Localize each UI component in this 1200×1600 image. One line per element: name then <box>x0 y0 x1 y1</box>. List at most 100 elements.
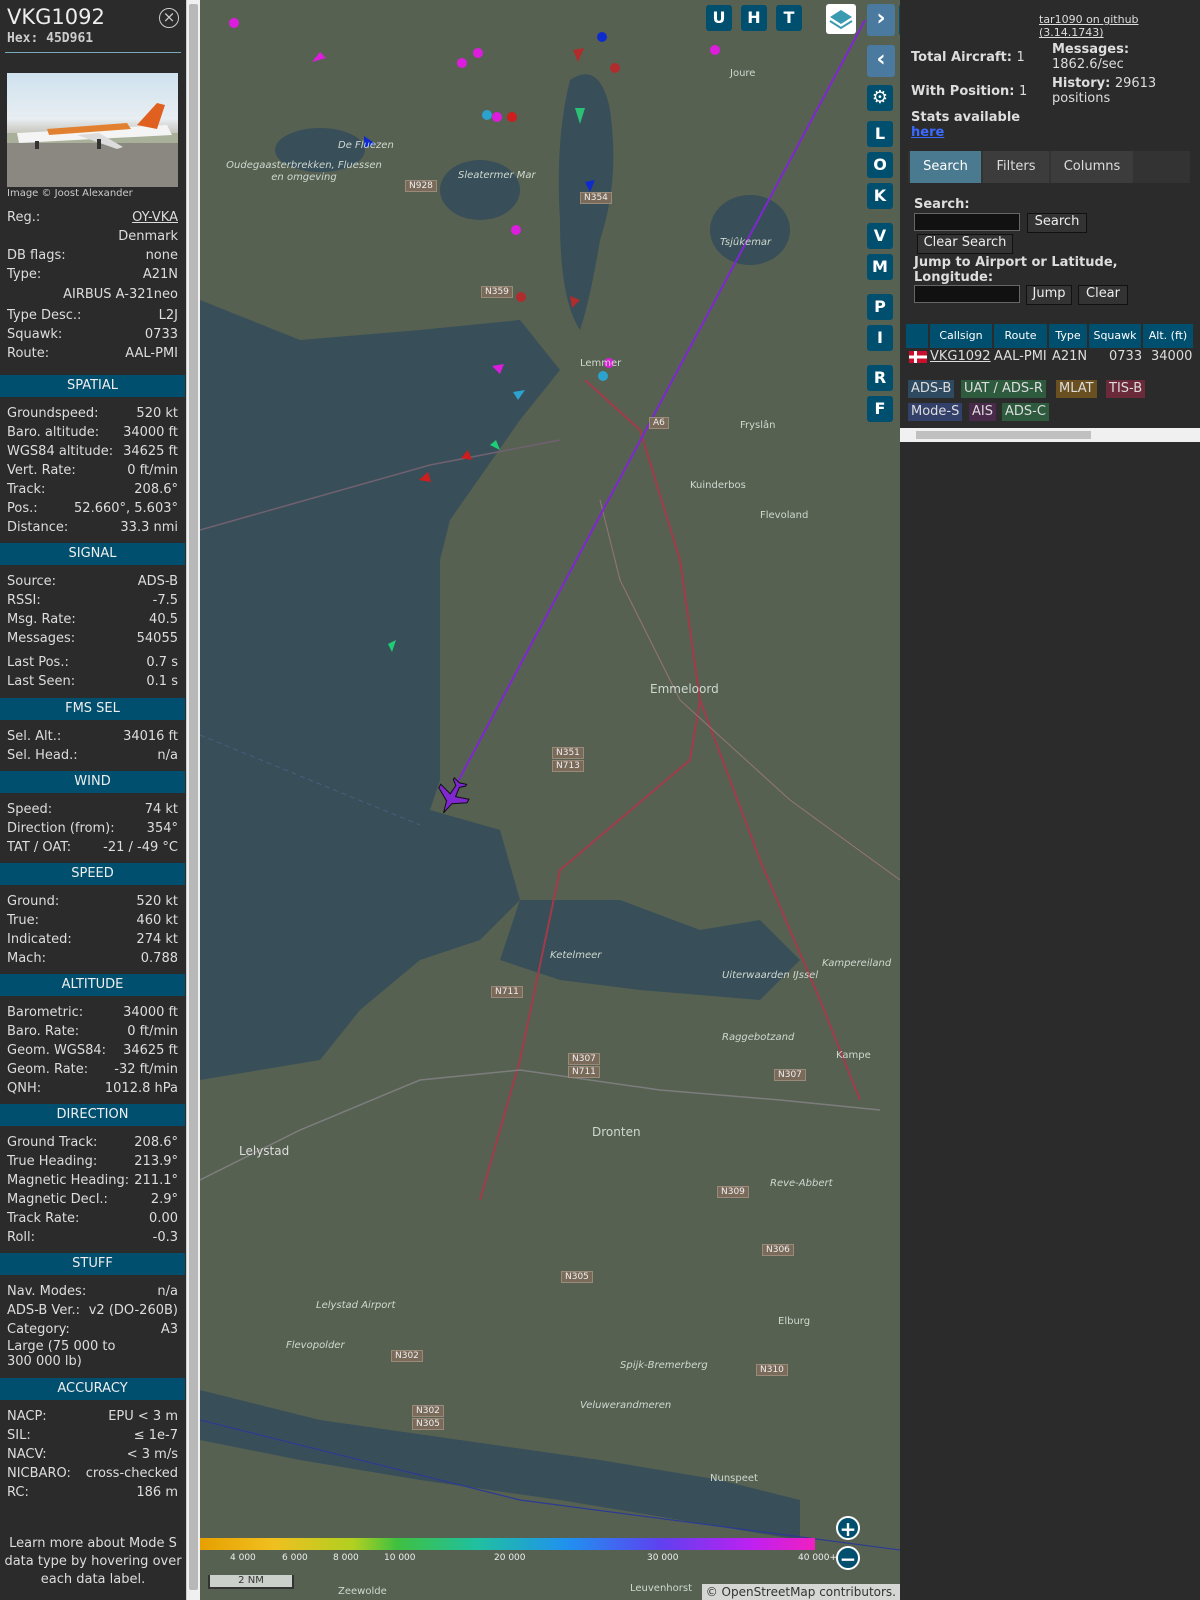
zoom-out-button[interactable]: − <box>836 1546 860 1570</box>
jump-clear-button[interactable]: Clear <box>1078 285 1128 305</box>
chevron-left-icon[interactable]: ‹ <box>867 45 895 77</box>
stuff-label: Nav. Modes: <box>7 1284 87 1299</box>
spatial-value: 34000 ft <box>123 425 178 440</box>
scrollbar-thumb[interactable] <box>189 4 198 1590</box>
map-place-label: Veluwerandmeren <box>580 1400 672 1411</box>
accuracy-label: NACP: <box>7 1409 47 1424</box>
map-road-label: N713 <box>552 760 584 772</box>
route-label: Route: <box>7 346 50 361</box>
map-place-label: Reve-Abbert <box>770 1178 833 1189</box>
jump-input[interactable] <box>914 285 1020 303</box>
source-modes[interactable]: Mode-S <box>908 403 963 421</box>
map-button-u[interactable]: U <box>706 5 732 31</box>
map-button-p[interactable]: P <box>867 294 893 320</box>
stuff-value: v2 (DO-260B) <box>88 1303 178 1318</box>
legend-tick-label: 10 000 <box>384 1553 416 1563</box>
source-mlat[interactable]: MLAT <box>1056 380 1097 398</box>
section-signal: SIGNAL <box>0 543 185 565</box>
signal-value: -7.5 <box>152 593 178 608</box>
scale-bar: 2 NM <box>208 1575 294 1589</box>
category-desc: Large (75 000 to 300 000 lb) <box>7 1339 116 1369</box>
map-button-r[interactable]: R <box>867 365 893 391</box>
signal-label: Source: <box>7 574 57 589</box>
speed-value: 0.788 <box>140 951 178 966</box>
map-button-k[interactable]: K <box>867 183 893 209</box>
clear-search-button[interactable]: Clear Search <box>917 234 1013 254</box>
direction-value: 211.1° <box>134 1173 178 1188</box>
table-header-callsign[interactable]: Callsign <box>930 324 992 348</box>
altitude-row: Geom. WGS84: 34625 ft <box>7 1043 178 1061</box>
scrollbar-thumb[interactable] <box>916 431 1091 439</box>
map-attribution[interactable]: © OpenStreetMap contributors. <box>701 1584 900 1600</box>
tab-search[interactable]: Search <box>910 151 981 183</box>
speed-label: True: <box>7 913 39 928</box>
map-road-label: N305 <box>412 1418 444 1430</box>
accuracy-value: ≤ 1e-7 <box>133 1428 178 1443</box>
search-button[interactable]: Search <box>1027 213 1087 233</box>
signal-value: 0.7 s <box>146 655 178 670</box>
legend-tick-label: 8 000 <box>333 1553 359 1563</box>
map-button-m[interactable]: M <box>867 254 893 280</box>
map-button-h[interactable]: H <box>741 5 767 31</box>
source-ais[interactable]: AIS <box>969 403 996 421</box>
direction-label: Magnetic Decl.: <box>7 1192 108 1207</box>
direction-value: 0.00 <box>149 1211 178 1226</box>
source-adsc[interactable]: ADS-C <box>1002 403 1049 421</box>
map-road-label: A6 <box>649 417 669 429</box>
fms-label: Sel. Alt.: <box>7 729 62 744</box>
section-accuracy: ACCURACY <box>0 1378 185 1400</box>
close-icon[interactable]: ⨯ <box>159 8 179 28</box>
chevron-right-icon[interactable]: › <box>867 4 895 36</box>
altitude-label: Geom. WGS84: <box>7 1043 107 1058</box>
map-button-f[interactable]: F <box>867 396 893 422</box>
table-header-squawk[interactable]: Squawk <box>1089 324 1141 348</box>
aircraft-photo[interactable] <box>7 73 178 187</box>
typedesc-label: Type Desc.: <box>7 308 82 323</box>
github-link[interactable]: tar1090 on github (3.14.1743) <box>1039 13 1200 39</box>
altitude-value: 0 ft/min <box>127 1024 178 1039</box>
registration-link[interactable]: OY-VKA <box>132 210 178 225</box>
accuracy-row: NICBARO: cross-checked <box>7 1466 178 1484</box>
direction-value: -0.3 <box>152 1230 178 1245</box>
tab-columns[interactable]: Columns <box>1051 151 1133 183</box>
map-button-o[interactable]: O <box>867 152 893 178</box>
sidebar-scrollbar[interactable] <box>186 0 200 1600</box>
map-button-i[interactable]: I <box>867 325 893 351</box>
source-uat-adsr[interactable]: UAT / ADS-R <box>961 380 1046 398</box>
spatial-value: 52.660°, 5.603° <box>74 501 178 516</box>
map-place-label: Elburg <box>778 1316 811 1327</box>
direction-value: 213.9° <box>134 1154 178 1169</box>
table-row-callsign[interactable]: VKG1092 <box>930 348 991 366</box>
tab-filters[interactable]: Filters <box>983 151 1049 183</box>
map-button-v[interactable]: V <box>867 223 893 249</box>
table-header-alt-ft-[interactable]: Alt. (ft) <box>1143 324 1193 348</box>
layers-icon[interactable] <box>826 4 856 34</box>
source-adsb[interactable]: ADS-B <box>908 380 955 398</box>
map-button-t[interactable]: T <box>776 5 802 31</box>
map-button-l[interactable]: L <box>867 121 893 147</box>
zoom-in-button[interactable]: + <box>836 1516 860 1540</box>
altitude-row: QNH: 1012.8 hPa <box>7 1081 178 1099</box>
altitude-value: -32 ft/min <box>114 1062 178 1077</box>
spatial-label: Vert. Rate: <box>7 463 76 478</box>
altitude-label: Baro. Rate: <box>7 1024 80 1039</box>
map-road-label: N306 <box>762 1244 794 1256</box>
section-wind: WIND <box>0 771 185 793</box>
table-header-type[interactable]: Type <box>1049 324 1087 348</box>
source-tisb[interactable]: TIS-B <box>1106 380 1146 398</box>
jump-button[interactable]: Jump <box>1026 285 1072 305</box>
signal-label: Last Pos.: <box>7 655 69 670</box>
stats-available: Stats available <box>911 110 1021 125</box>
map-view[interactable]: 2 NM © OpenStreetMap contributors. Joure… <box>200 0 900 1600</box>
speed-value: 520 kt <box>136 894 178 909</box>
stats-here-link[interactable]: here <box>911 125 944 140</box>
map-place-label: Leuvenhorst <box>630 1583 692 1594</box>
fms-value: 34016 ft <box>123 729 178 744</box>
settings-gear-icon[interactable]: ⚙ <box>867 85 893 111</box>
table-header-route[interactable]: Route <box>994 324 1047 348</box>
accuracy-row: SIL: ≤ 1e-7 <box>7 1428 178 1446</box>
table-header-flag <box>906 324 928 348</box>
altitude-row: Baro. Rate: 0 ft/min <box>7 1024 178 1042</box>
search-input[interactable] <box>914 213 1020 231</box>
table-horizontal-scrollbar[interactable] <box>900 428 1200 442</box>
